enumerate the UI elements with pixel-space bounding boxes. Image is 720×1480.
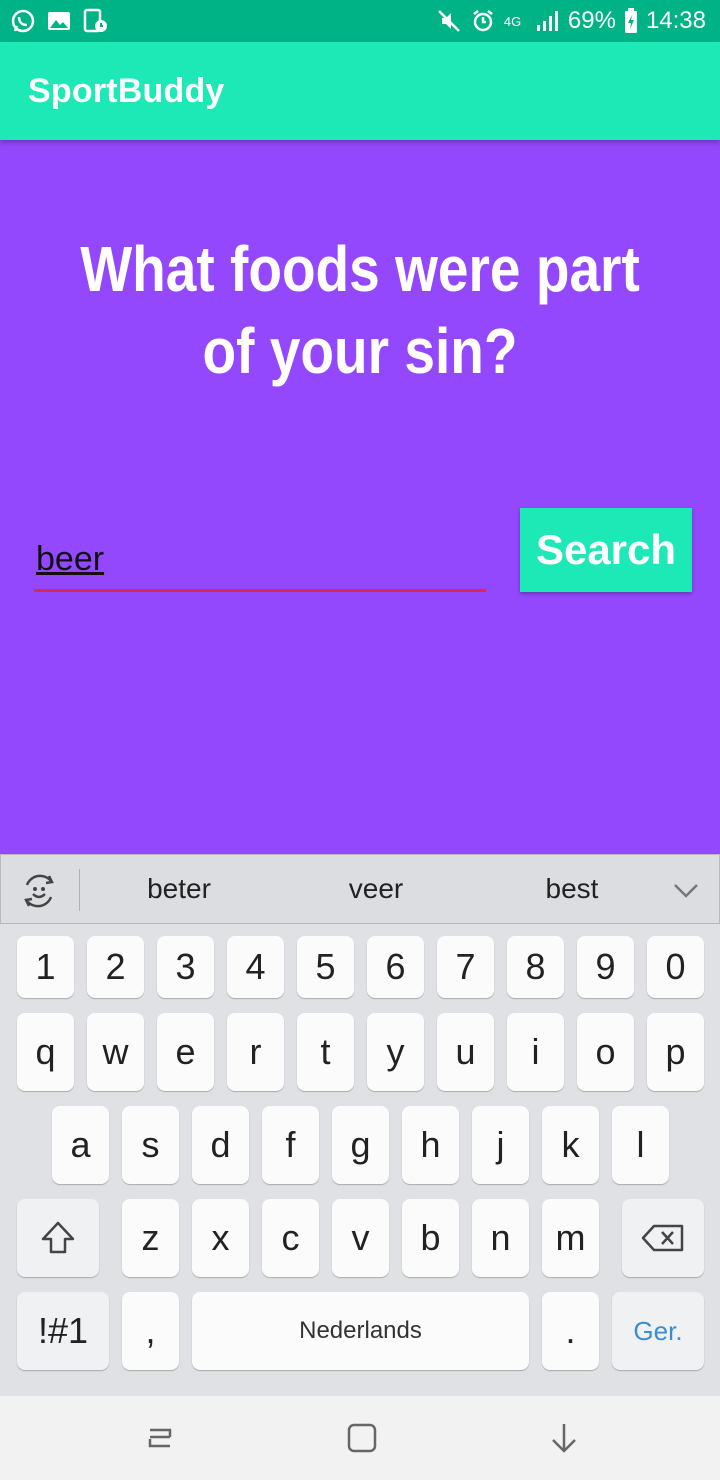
key-9[interactable]: 9 bbox=[577, 936, 634, 998]
app-title: SportBuddy bbox=[28, 72, 225, 110]
battery-percent: 69% bbox=[567, 7, 616, 34]
key-v[interactable]: v bbox=[332, 1199, 389, 1277]
backspace-icon bbox=[641, 1224, 684, 1252]
key-l[interactable]: l bbox=[612, 1106, 669, 1184]
search-input[interactable] bbox=[34, 530, 486, 588]
shift-icon bbox=[41, 1221, 75, 1254]
suggestion-bar: beter veer best bbox=[0, 854, 720, 924]
backspace-key[interactable] bbox=[622, 1199, 704, 1277]
key-n[interactable]: n bbox=[472, 1199, 529, 1277]
search-field[interactable] bbox=[34, 530, 486, 592]
gallery-icon bbox=[48, 12, 70, 30]
key-j[interactable]: j bbox=[472, 1106, 529, 1184]
key-h[interactable]: h bbox=[402, 1106, 459, 1184]
key-f[interactable]: f bbox=[262, 1106, 319, 1184]
key-o[interactable]: o bbox=[577, 1013, 634, 1091]
key-y[interactable]: y bbox=[367, 1013, 424, 1091]
key-6[interactable]: 6 bbox=[367, 936, 424, 998]
key-d[interactable]: d bbox=[192, 1106, 249, 1184]
key-0[interactable]: 0 bbox=[647, 936, 704, 998]
key-r[interactable]: r bbox=[227, 1013, 284, 1091]
back-down-icon[interactable] bbox=[546, 1420, 582, 1456]
keyboard: beter veer best 1 2 3 4 5 6 7 8 9 0 q w … bbox=[0, 854, 720, 1396]
comma-key[interactable]: , bbox=[122, 1292, 179, 1370]
key-q[interactable]: q bbox=[17, 1013, 74, 1091]
key-b[interactable]: b bbox=[402, 1199, 459, 1277]
period-key[interactable]: . bbox=[542, 1292, 599, 1370]
screenshot-icon bbox=[83, 8, 107, 33]
search-button[interactable]: Search bbox=[520, 508, 692, 592]
recent-apps-icon[interactable] bbox=[142, 1420, 178, 1456]
status-bar: 4G 69% 14:38 bbox=[0, 0, 720, 42]
key-t[interactable]: t bbox=[297, 1013, 354, 1091]
app-bar: SportBuddy bbox=[0, 42, 720, 140]
alarm-icon bbox=[473, 10, 493, 32]
key-7[interactable]: 7 bbox=[437, 936, 494, 998]
key-z[interactable]: z bbox=[122, 1199, 179, 1277]
question-heading: What foods were part of your sin? bbox=[80, 233, 640, 387]
chevron-down-icon[interactable] bbox=[671, 877, 701, 903]
key-e[interactable]: e bbox=[157, 1013, 214, 1091]
key-8[interactable]: 8 bbox=[507, 936, 564, 998]
key-2[interactable]: 2 bbox=[87, 936, 144, 998]
status-left-icons bbox=[10, 8, 108, 34]
mute-icon bbox=[438, 10, 460, 32]
signal-icon bbox=[536, 11, 558, 31]
key-a[interactable]: a bbox=[52, 1106, 109, 1184]
key-1[interactable]: 1 bbox=[17, 936, 74, 998]
key-u[interactable]: u bbox=[437, 1013, 494, 1091]
navigation-bar bbox=[0, 1396, 720, 1480]
key-5[interactable]: 5 bbox=[297, 936, 354, 998]
status-time: 14:38 bbox=[645, 7, 706, 34]
suggestion-1[interactable]: beter bbox=[89, 873, 269, 905]
key-3[interactable]: 3 bbox=[157, 936, 214, 998]
battery-icon bbox=[624, 8, 637, 33]
key-c[interactable]: c bbox=[262, 1199, 319, 1277]
key-4[interactable]: 4 bbox=[227, 936, 284, 998]
space-key[interactable]: Nederlands bbox=[192, 1292, 529, 1370]
key-s[interactable]: s bbox=[122, 1106, 179, 1184]
suggestion-2[interactable]: veer bbox=[286, 873, 466, 905]
whatsapp-icon bbox=[11, 9, 35, 33]
key-m[interactable]: m bbox=[542, 1199, 599, 1277]
suggestion-3[interactable]: best bbox=[482, 873, 662, 905]
key-i[interactable]: i bbox=[507, 1013, 564, 1091]
suggestion-separator bbox=[79, 869, 80, 911]
shift-key[interactable] bbox=[17, 1199, 99, 1277]
key-k[interactable]: k bbox=[542, 1106, 599, 1184]
emoji-icon[interactable] bbox=[19, 871, 59, 911]
home-icon[interactable] bbox=[344, 1420, 380, 1456]
enter-key[interactable]: Ger. bbox=[612, 1292, 704, 1370]
key-x[interactable]: x bbox=[192, 1199, 249, 1277]
search-input-underline bbox=[34, 589, 486, 592]
key-p[interactable]: p bbox=[647, 1013, 704, 1091]
key-g[interactable]: g bbox=[332, 1106, 389, 1184]
status-right-icons: 4G 69% 14:38 bbox=[436, 6, 706, 36]
key-w[interactable]: w bbox=[87, 1013, 144, 1091]
network-type: 4G bbox=[503, 13, 522, 29]
symbols-key[interactable]: !#1 bbox=[17, 1292, 109, 1370]
